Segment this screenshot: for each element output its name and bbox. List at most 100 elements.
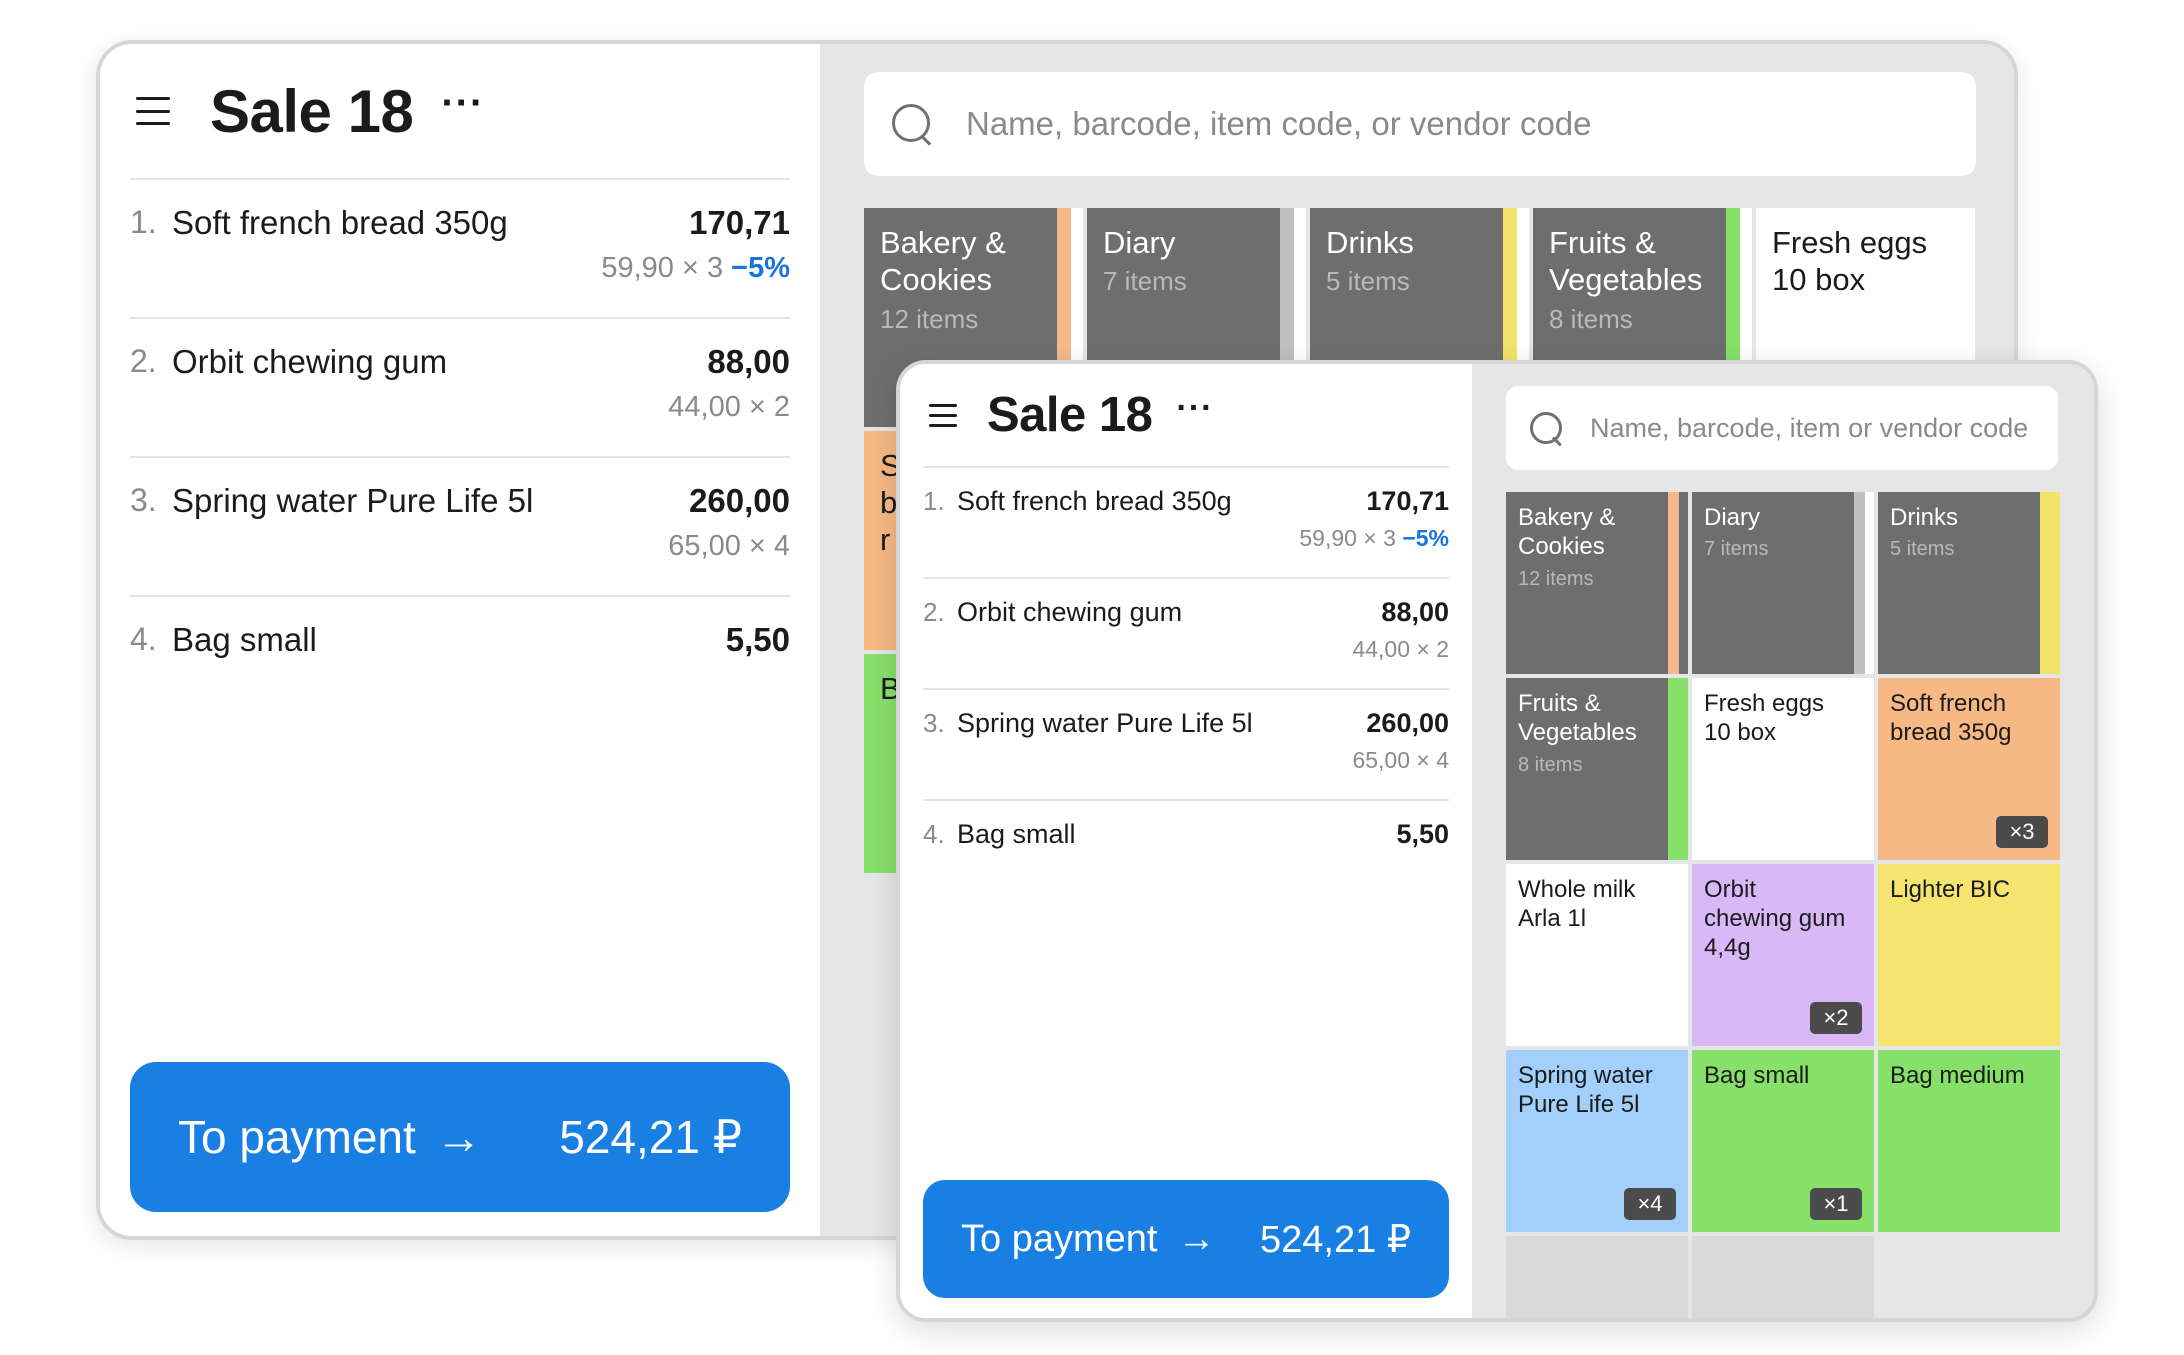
product-tile-fresh-eggs[interactable]: Fresh eggs 10 box [1692,678,1874,860]
tile-count: 12 items [1518,568,1594,590]
search-input[interactable] [966,105,1976,143]
line-item-name: Orbit chewing gum [172,343,448,380]
category-stripe [1668,678,1679,860]
product-tile-soft-french-bread[interactable]: Soft french bread 350g ×3 [1878,678,2060,860]
stripe-gap [2051,492,2060,674]
tile-name: Bakery & Cookies [880,225,1006,298]
line-item-name: Spring water Pure Life 5l [957,708,1253,738]
search-bar[interactable] [864,72,1976,176]
tile-count: 8 items [1518,754,1583,776]
line-number: 2. [130,343,157,379]
more-options-icon[interactable]: ··· [441,81,484,126]
line-number: 3. [923,708,945,738]
line-number: 2. [923,597,945,627]
line-detail: 65,00 × 4 [1352,747,1449,773]
line-number: 4. [130,621,157,657]
line-detail: 65,00 × 4 [668,530,790,562]
line-number: 3. [130,482,157,518]
empty-tile [1692,1236,1874,1318]
tile-name: Fresh eggs 10 box [1704,690,1825,746]
line-item-name: Soft french bread 350g [172,204,508,241]
tile-name: Spring water Pure Life 5l [1518,1062,1653,1118]
receipt-line[interactable]: 3. Spring water Pure Life 5l 260,00 65,0… [130,458,790,597]
tile-name: Orbit chewing gum 4,4g [1704,876,1846,961]
receipt-panel: Sale 18 ··· 1. Soft french bread 350g 17… [900,364,1472,1318]
page-title: Sale 18 [987,388,1153,442]
search-icon [892,104,932,144]
receipt-line[interactable]: 4. Bag small 5,50 [130,597,790,736]
stripe-gap [1679,678,1688,860]
tile-count: 5 items [1326,266,1410,296]
receipt-header: Sale 18 ··· [130,44,790,180]
line-item-name: Soft french bread 350g [957,486,1232,516]
tile-count: 8 items [1549,304,1633,334]
line-amount: 260,00 [1366,708,1449,738]
line-number: 1. [130,204,157,240]
receipt-line[interactable]: 3. Spring water Pure Life 5l 260,00 65,0… [923,690,1449,801]
quantity-badge: ×3 [1996,816,2048,848]
pay-label: To payment [178,1111,416,1163]
tile-name: Whole milk Arla 1l [1518,876,1636,932]
receipt-line[interactable]: 2. Orbit chewing gum 88,00 44,00 × 2 [923,579,1449,690]
search-input[interactable] [1590,412,2058,444]
to-payment-button[interactable]: To payment → 524,21 ₽ [923,1180,1449,1298]
pay-total: 524,21 ₽ [559,1111,742,1163]
tile-count: 5 items [1890,538,1955,560]
product-tile-bag-small[interactable]: Bag small ×1 [1692,1050,1874,1232]
tile-name: Diary [1704,504,1761,531]
tile-name: Fruits & Vegetables [1549,225,1703,298]
tile-name: Fresh eggs 10 box [1772,225,1928,298]
pay-total: 524,21 ₽ [1260,1218,1411,1261]
search-bar[interactable] [1506,386,2058,470]
product-tile-orbit-gum[interactable]: Orbit chewing gum 4,4g ×2 [1692,864,1874,1046]
quantity-badge: ×1 [1810,1188,1862,1220]
hamburger-menu-icon[interactable] [929,403,957,427]
pay-label: To payment [961,1217,1158,1260]
receipt-line[interactable]: 1. Soft french bread 350g 170,71 59,90 ×… [923,468,1449,579]
product-tile-whole-milk[interactable]: Whole milk Arla 1l [1506,864,1688,1046]
line-number: 4. [923,819,945,849]
hamburger-menu-icon[interactable] [136,97,170,125]
pos-terminal-small: Sale 18 ··· 1. Soft french bread 350g 17… [896,360,2098,1322]
more-options-icon[interactable]: ··· [1176,389,1213,428]
tile-name: Drinks [1890,504,1959,531]
line-amount: 170,71 [1366,486,1449,516]
product-tile-spring-water[interactable]: Spring water Pure Life 5l ×4 [1506,1050,1688,1232]
receipt-line[interactable]: 4. Bag small 5,50 [923,801,1449,912]
receipt-line[interactable]: 2. Orbit chewing gum 88,00 44,00 × 2 [130,319,790,458]
line-discount: −5% [1402,525,1449,551]
tile-name: Bag small [1704,1062,1810,1089]
line-amount: 5,50 [725,621,790,658]
quantity-badge: ×4 [1624,1188,1676,1220]
line-item-name: Spring water Pure Life 5l [172,482,534,519]
category-tile-drinks[interactable]: Drinks 5 items [1878,492,2060,674]
tile-name: Fruits & Vegetables [1518,690,1637,746]
empty-tile [1506,1236,1688,1318]
tile-count: 7 items [1103,266,1187,296]
to-payment-button[interactable]: To payment → 524,21 ₽ [130,1062,790,1212]
scene: Sale 18 ··· 1. Soft french bread 350g 17… [0,0,2184,1355]
category-tile-diary[interactable]: Diary 7 items [1692,492,1874,674]
tile-name: Bag medium [1890,1062,2025,1089]
category-stripe [2040,492,2051,674]
line-number: 1. [923,486,945,516]
receipt-line[interactable]: 1. Soft french bread 350g 170,71 59,90 ×… [130,180,790,319]
line-amount: 170,71 [689,204,790,241]
tile-name: Drinks [1326,225,1414,260]
catalog-grid: Bakery & Cookies 12 items Diary 7 items … [1506,492,2060,1318]
category-tile-fruits[interactable]: Fruits & Vegetables 8 items [1506,678,1688,860]
line-amount: 88,00 [1381,597,1449,627]
line-item-name: Orbit chewing gum [957,597,1183,627]
line-item-name: Bag small [957,819,1076,849]
stripe-gap [1865,492,1874,674]
line-amount: 5,50 [1396,819,1449,849]
tile-name: Diary [1103,225,1176,260]
line-detail: 44,00 × 2 [668,391,790,423]
stripe-gap [1679,492,1688,674]
category-tile-bakery[interactable]: Bakery & Cookies 12 items [1506,492,1688,674]
line-discount: −5% [731,252,790,284]
product-tile-lighter-bic[interactable]: Lighter BIC [1878,864,2060,1046]
receipt-header: Sale 18 ··· [923,364,1449,468]
quantity-badge: ×2 [1810,1002,1862,1034]
product-tile-bag-medium[interactable]: Bag medium [1878,1050,2060,1232]
